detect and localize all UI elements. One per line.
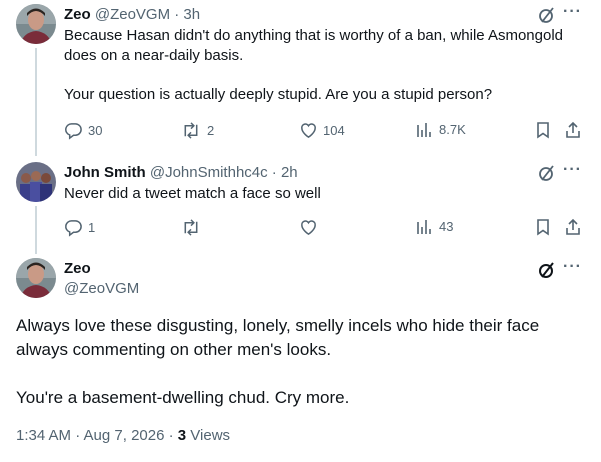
main-tweet-text: Always love these disgusting, lonely, sm…	[16, 314, 586, 410]
reply-count: 1	[88, 219, 96, 235]
author-handle[interactable]: @ZeoVGM	[95, 6, 170, 23]
reply-button[interactable]: 1	[64, 218, 95, 237]
main-text-line: always commenting on other men's looks.	[16, 340, 332, 359]
tweet-text: Never did a tweet match a face so well	[64, 184, 584, 204]
share-icon[interactable]	[564, 218, 582, 241]
reply-icon	[65, 220, 82, 237]
main-author-name[interactable]: Zeo	[64, 259, 91, 279]
like-button[interactable]	[299, 218, 323, 237]
reply-button[interactable]: 30	[64, 121, 102, 140]
repost-button[interactable]	[180, 218, 207, 237]
views-label: Views	[186, 427, 231, 444]
heart-icon	[301, 123, 316, 139]
repost-button[interactable]: 2	[180, 121, 214, 140]
repost-icon	[184, 219, 198, 236]
tweet-text-line: does on a near-daily basis.	[64, 47, 244, 64]
avatar[interactable]	[16, 162, 56, 202]
main-author-handle[interactable]: @ZeoVGM	[64, 279, 139, 299]
share-icon[interactable]	[564, 121, 582, 144]
main-text-line: You're a basement-dwelling chud. Cry mor…	[16, 388, 350, 407]
tweet-time[interactable]: · 3h	[174, 6, 200, 23]
avatar[interactable]	[16, 258, 56, 298]
tweet-time[interactable]: · 2h	[272, 164, 298, 181]
timestamp[interactable]: 1:34 AM · Aug 7, 2026 ·	[16, 427, 178, 444]
views-button[interactable]: 8.7K	[416, 121, 466, 139]
repost-count: 2	[207, 122, 215, 138]
views-count: 8.7K	[439, 122, 466, 137]
thread-line	[35, 48, 37, 156]
tweet-meta: 1:34 AM · Aug 7, 2026 · 3 Views	[16, 426, 230, 446]
bookmark-icon[interactable]	[534, 218, 552, 241]
thread-line	[35, 206, 37, 254]
views-icon	[417, 220, 431, 234]
reply-count: 30	[88, 122, 103, 138]
main-text-line: Always love these disgusting, lonely, sm…	[16, 316, 540, 335]
bookmark-icon[interactable]	[534, 121, 552, 144]
views-count: 3	[177, 427, 187, 444]
tweet-text-line: Because Hasan didn't do anything that is…	[64, 27, 564, 44]
more-icon[interactable]: ···	[563, 258, 582, 276]
author-handle[interactable]: @JohnSmithhc4c	[150, 164, 268, 181]
tweet-header: John Smith @JohnSmithhc4c · 2h	[64, 163, 298, 183]
author-name[interactable]: Zeo	[64, 6, 91, 23]
views-icon	[417, 123, 431, 137]
like-count: 104	[323, 122, 345, 138]
author-name[interactable]: John Smith	[64, 164, 146, 181]
avatar[interactable]	[16, 4, 56, 44]
views-count: 43	[439, 219, 454, 234]
tweet-header: Zeo @ZeoVGM · 3h	[64, 5, 200, 25]
repost-icon	[184, 122, 198, 139]
tweet-text-line: Never did a tweet match a face so well	[64, 185, 321, 202]
heart-icon	[301, 220, 316, 236]
grok-icon[interactable]	[537, 260, 557, 285]
reply-icon	[65, 123, 82, 140]
more-icon[interactable]: ···	[563, 3, 582, 21]
views-button[interactable]: 43	[416, 218, 453, 236]
tweet-text-line: Your question is actually deeply stupid.…	[64, 86, 493, 103]
like-button[interactable]: 104	[299, 121, 345, 140]
more-icon[interactable]: ···	[563, 161, 582, 179]
tweet-text: Because Hasan didn't do anything that is…	[64, 26, 584, 105]
